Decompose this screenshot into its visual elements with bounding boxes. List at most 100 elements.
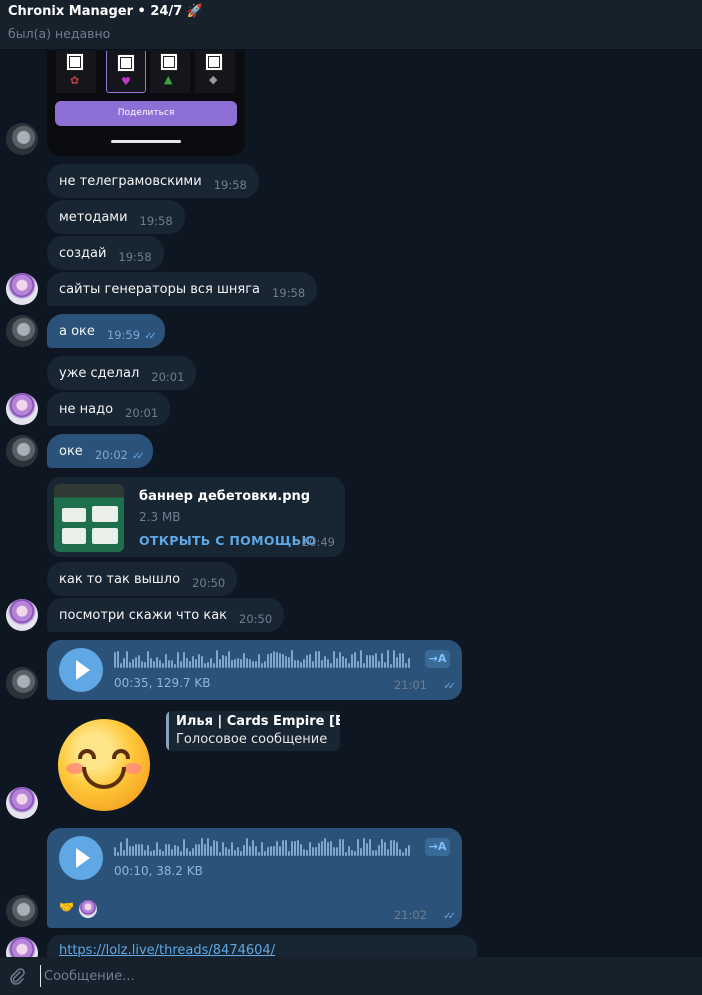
waveform-bar [216,650,218,668]
message-time: 20:50 [239,612,273,626]
avatar[interactable] [6,273,38,305]
waveform-bar [384,842,386,856]
transcribe-button[interactable]: →A [425,838,450,856]
message-text: сайты генераторы вся шняга [59,282,261,297]
waveform-bar [165,654,167,668]
waveform-bar [273,846,275,856]
chat-title[interactable]: Chronix Manager • 24/7 🚀 [8,3,694,21]
waveform-bar [132,846,134,856]
waveform-bar [240,659,242,668]
waveform-bar [219,659,221,668]
avatar[interactable] [6,895,38,927]
file-thumbnail[interactable] [54,484,124,552]
handshake-icon[interactable]: 🤝 [59,900,74,914]
message-bubble[interactable]: оке 20:02 ✓✓ [47,434,153,468]
voice-message[interactable]: 00:35, 129.7 KB →A 21:01 ✓✓ [47,640,462,700]
message-bubble[interactable]: уже сделал 20:01 [47,356,197,390]
message-area[interactable]: ✿ ♥ ▲ ◆ Поделиться не телеграмовскими 19:… [0,51,702,957]
waveform-bar [381,653,383,668]
waveform-bar [297,840,299,856]
waveform-bar [309,842,311,856]
waveform-bar [339,652,341,668]
avatar[interactable] [6,435,38,467]
waveform-bar [171,849,173,856]
waveform-bar [342,839,344,856]
waveform-bar [309,654,311,668]
waveform-bar [261,663,263,668]
avatar[interactable] [6,315,38,347]
waveform-bar [234,659,236,668]
waveform-bar [195,659,197,668]
message-bubble[interactable]: как то так вышло 20:50 [47,562,238,596]
waveform-bar [321,660,323,668]
waveform-bar [126,838,128,856]
message-time: 20:02 [94,448,128,462]
waveform-bar [357,839,359,856]
reply-author: Илья | Cards Empire [B... [176,714,340,729]
message-bubble[interactable]: https://lolz.live/threads/8474604/ [47,935,477,957]
play-icon[interactable] [59,648,103,692]
composer[interactable] [0,957,702,995]
waveform-bar [150,851,152,856]
image-tile: ✿ [56,51,96,93]
waveform-bar [372,850,374,856]
message-time: 20:01 [151,370,185,384]
message-text: создай [59,246,107,261]
file-message[interactable]: баннер дебетовки.png 2.3 MB ОТКРЫТЬ С ПО… [47,477,345,557]
waveform-bar [162,851,164,856]
waveform-bar [243,653,245,668]
image-message[interactable]: ✿ ♥ ▲ ◆ Поделиться [47,51,245,156]
message-bubble[interactable]: а оке 19:59 ✓✓ [47,314,165,348]
paperclip-icon[interactable] [8,967,26,985]
play-icon[interactable] [59,836,103,880]
waveform-bar [300,662,302,668]
waveform-bar [141,661,143,668]
message-link[interactable]: https://lolz.live/threads/8474604/ [59,943,275,957]
waveform-bar [216,841,218,856]
message-bubble[interactable]: сайты генераторы вся шняга 19:58 [47,272,318,306]
message-bubble[interactable]: не надо 20:01 [47,392,171,426]
waveform-bar [114,847,116,856]
reply-preview[interactable]: Илья | Cards Empire [B... Голосовое сооб… [166,711,340,751]
waveform-bar [135,844,137,856]
waveform-bar [156,842,158,856]
waveform-bar [114,652,116,668]
waveform-bar [126,651,128,668]
file-name: баннер дебетовки.png [139,489,311,504]
sticker[interactable] [58,719,150,811]
waveform-bar [222,842,224,856]
message-text: посмотри скажи что как [59,608,228,623]
message-input[interactable] [40,965,680,987]
waveform-bar [345,852,347,856]
voice-message[interactable]: 00:10, 38.2 KB →A 🤝 21:02 ✓✓ [47,828,462,928]
avatar[interactable] [6,123,38,155]
open-with-button[interactable]: ОТКРЫТЬ С ПОМОЩЬЮ [139,533,316,548]
waveform-bar [252,661,254,668]
waveform[interactable] [114,838,414,856]
waveform-bar [129,846,131,856]
avatar[interactable] [6,937,38,957]
waveform-bar [150,658,152,668]
transcribe-button[interactable]: →A [425,650,450,668]
avatar[interactable] [6,599,38,631]
chat-header[interactable]: Chronix Manager • 24/7 🚀 был(а) недавно [0,0,702,50]
avatar[interactable] [6,787,38,819]
waveform-bar [390,664,392,668]
message-bubble[interactable]: создай 19:58 [47,236,164,270]
avatar[interactable] [6,667,38,699]
avatar[interactable] [6,393,38,425]
message-bubble[interactable]: не телеграмовскими 19:58 [47,164,259,198]
waveform[interactable] [114,650,414,668]
waveform-bar [237,658,239,668]
waveform-bar [228,849,230,856]
waveform-bar [207,838,209,856]
waveform-bar [162,663,164,668]
message-bubble[interactable]: посмотри скажи что как 20:50 [47,598,285,632]
read-check-icon: ✓✓ [443,911,456,922]
message-bubble[interactable]: методами 19:58 [47,200,185,234]
waveform-bar [135,657,137,668]
waveform-bar [402,852,404,856]
message-text: методами [59,210,128,225]
image-tile: ▲ [150,51,190,93]
waveform-bar [189,661,191,668]
